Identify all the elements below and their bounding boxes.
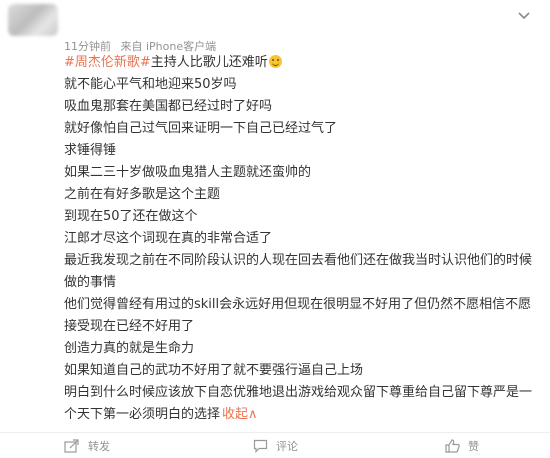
like-button[interactable]: 赞 [445,438,479,454]
content-line: 如果二三十岁做吸血鬼猎人主题就还蛮帅的 [64,165,312,180]
chevron-down-icon[interactable] [514,8,534,24]
content-line: 之前在有好多歌是这个主题 [64,187,221,202]
content-line: 他们觉得曾经有用过的skill会永远好用但现在很明显不好用了但仍然不愿相信不愿接… [64,297,532,334]
content-line: 到现在50了还在做这个 [64,209,198,224]
collapse-link[interactable]: 收起∧ [222,407,258,422]
content-line: 就不能心平气和地迎来50岁吗 [64,77,237,92]
comment-label: 评论 [276,439,298,453]
forward-icon [64,438,79,453]
forward-label: 转发 [88,439,110,453]
action-bar: 转发 评论 赞 [0,432,550,458]
content-line: 吸血鬼那套在美国都已经过时了好吗 [64,99,273,114]
content-line: 江郎才尽这个词现在真的非常合适了 [64,231,273,246]
smile-emoji-icon [268,55,282,68]
post-title-text: 主持人比歌儿还难听 [150,55,268,70]
avatar[interactable] [8,4,58,36]
content-line: 最近我发现之前在不同阶段认识的人现在回去看他们还在做我当时认识他们的时候做的事情 [64,253,533,290]
topic-link[interactable]: #周杰伦新歌# [64,55,151,70]
post-content: #周杰伦新歌#主持人比歌儿还难听 就不能心平气和地迎来50岁吗 吸血鬼那套在美国… [64,52,542,426]
content-line: 创造力真的就是生命力 [64,341,195,356]
content-line-last: 明白到什么时候应该放下自恋优雅地退出游戏给观众留下尊重给自己留下尊严是一个天下第… [64,382,542,426]
comment-icon [253,439,268,453]
content-line: 求锤得锤 [64,143,117,158]
like-label: 赞 [468,439,479,453]
content-line: 就好像怕自己过气回来证明一下自己已经过气了 [64,121,338,136]
thumbs-up-icon [445,438,460,453]
content-line: 如果知道自己的武功不好用了就不要强行逼自己上场 [64,363,364,378]
comment-button[interactable]: 评论 [253,438,298,454]
content-line-text: 明白到什么时候应该放下自恋优雅地退出游戏给观众留下尊重给自己留下尊严是一个天下第… [64,385,533,422]
forward-button[interactable]: 转发 [64,438,110,454]
post-title-line: #周杰伦新歌#主持人比歌儿还难听 [64,52,542,74]
